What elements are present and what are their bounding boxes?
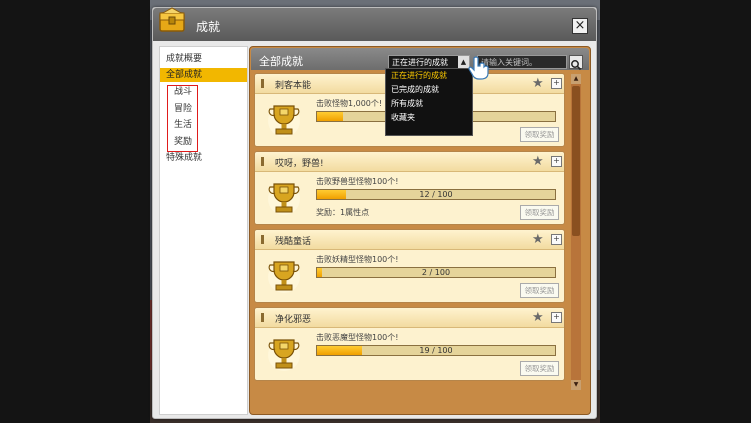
list-title: 全部成就 bbox=[259, 55, 303, 68]
sidebar-item-life[interactable]: 生活 bbox=[174, 118, 234, 132]
favorite-star-icon[interactable]: ★ bbox=[532, 310, 544, 325]
filter-dropdown-list: 正在进行的成就 已完成的成就 所有成就 收藏夹 bbox=[385, 68, 473, 136]
favorite-star-icon[interactable]: ★ bbox=[532, 154, 544, 169]
expand-plus-button[interactable]: + bbox=[551, 312, 562, 323]
sidebar-item-special[interactable]: 特殊成就 bbox=[160, 151, 247, 165]
expand-plus-button[interactable]: + bbox=[551, 234, 562, 245]
list-header: 全部成就 正在进行的成就 ▲ 请输入关键词。 bbox=[251, 48, 589, 71]
reward-text: 奖励：1属性点 bbox=[316, 208, 370, 217]
sidebar-item-combat[interactable]: 战斗 bbox=[174, 85, 234, 99]
scroll-thumb[interactable] bbox=[572, 86, 580, 236]
filter-selected-value: 正在进行的成就 bbox=[392, 58, 448, 67]
achievement-description: 击败野兽型怪物100个! bbox=[316, 177, 399, 186]
card-header: 哎呀，野兽! ★ + bbox=[255, 152, 564, 172]
trophy-icon bbox=[268, 105, 300, 137]
achievement-description: 击败妖精型怪物100个! bbox=[316, 255, 399, 264]
progress-bar: 2 / 100 bbox=[316, 267, 556, 278]
claim-reward-button[interactable]: 领取奖励 bbox=[520, 205, 559, 220]
card-marker-icon bbox=[261, 313, 264, 322]
sidebar-item-overview[interactable]: 成就概要 bbox=[160, 52, 247, 66]
trophy-icon bbox=[268, 261, 300, 293]
sidebar-item-reward[interactable]: 奖励 bbox=[174, 135, 234, 149]
search-icon[interactable] bbox=[569, 55, 583, 71]
achievement-title: 残酷童话 bbox=[275, 237, 312, 247]
claim-reward-button[interactable]: 领取奖励 bbox=[520, 361, 559, 376]
progress-text: 19 / 100 bbox=[419, 346, 453, 355]
filter-dropdown[interactable]: 正在进行的成就 ▲ bbox=[388, 55, 470, 69]
window-title: 成就 bbox=[196, 20, 221, 34]
sidebar-item-all[interactable]: 全部成就 bbox=[160, 68, 247, 82]
filter-option-in-progress[interactable]: 正在进行的成就 bbox=[386, 69, 472, 83]
achievement-chest-icon bbox=[159, 7, 185, 32]
achievement-description: 击败恶魔型怪物100个! bbox=[316, 333, 399, 342]
hand-cursor-icon bbox=[468, 56, 489, 80]
filter-option-all[interactable]: 所有成就 bbox=[386, 97, 472, 111]
card-marker-icon bbox=[261, 79, 264, 88]
achievement-description: 击败怪物1,000个! bbox=[316, 99, 383, 108]
search-input[interactable]: 请输入关键词。 bbox=[477, 55, 567, 69]
close-button[interactable]: × bbox=[572, 18, 588, 34]
filter-option-favorites[interactable]: 收藏夹 bbox=[386, 111, 472, 125]
achievement-card: 残酷童话 ★ + 击败妖精型怪物100个! 2 / 100 领取奖励 bbox=[254, 229, 565, 303]
progress-text: 12 / 100 bbox=[419, 190, 453, 199]
favorite-star-icon[interactable]: ★ bbox=[532, 76, 544, 91]
category-sidebar: 成就概要 全部成就 战斗 冒险 生活 奖励 特殊成就 bbox=[159, 46, 248, 415]
card-marker-icon bbox=[261, 235, 264, 244]
achievement-card: 净化邪恶 ★ + 击败恶魔型怪物100个! 19 / 100 领取奖励 bbox=[254, 307, 565, 381]
progress-bar: 19 / 100 bbox=[316, 345, 556, 356]
scroll-up-icon[interactable]: ▲ bbox=[571, 74, 581, 84]
expand-plus-button[interactable]: + bbox=[551, 78, 562, 89]
window-titlebar[interactable]: 成就 × bbox=[153, 7, 596, 41]
sidebar-item-adventure[interactable]: 冒险 bbox=[174, 102, 234, 116]
card-header: 残酷童话 ★ + bbox=[255, 230, 564, 250]
achievement-title: 刺客本能 bbox=[275, 81, 312, 91]
expand-plus-button[interactable]: + bbox=[551, 156, 562, 167]
list-scrollbar[interactable]: ▲ ▼ bbox=[571, 74, 581, 390]
scroll-down-icon[interactable]: ▼ bbox=[571, 380, 581, 390]
claim-reward-button[interactable]: 领取奖励 bbox=[520, 127, 559, 142]
achievement-title: 哎呀，野兽! bbox=[275, 159, 324, 169]
trophy-icon bbox=[268, 339, 300, 371]
trophy-icon bbox=[268, 183, 300, 215]
progress-bar: 12 / 100 bbox=[316, 189, 556, 200]
claim-reward-button[interactable]: 领取奖励 bbox=[520, 283, 559, 298]
achievement-card: 哎呀，野兽! ★ + 击败野兽型怪物100个! 12 / 100 奖励：1属性点… bbox=[254, 151, 565, 225]
card-marker-icon bbox=[261, 157, 264, 166]
card-header: 净化邪恶 ★ + bbox=[255, 308, 564, 328]
favorite-star-icon[interactable]: ★ bbox=[532, 232, 544, 247]
achievement-title: 净化邪恶 bbox=[275, 315, 312, 325]
progress-text: 2 / 100 bbox=[421, 268, 451, 277]
filter-option-completed[interactable]: 已完成的成就 bbox=[386, 83, 472, 97]
